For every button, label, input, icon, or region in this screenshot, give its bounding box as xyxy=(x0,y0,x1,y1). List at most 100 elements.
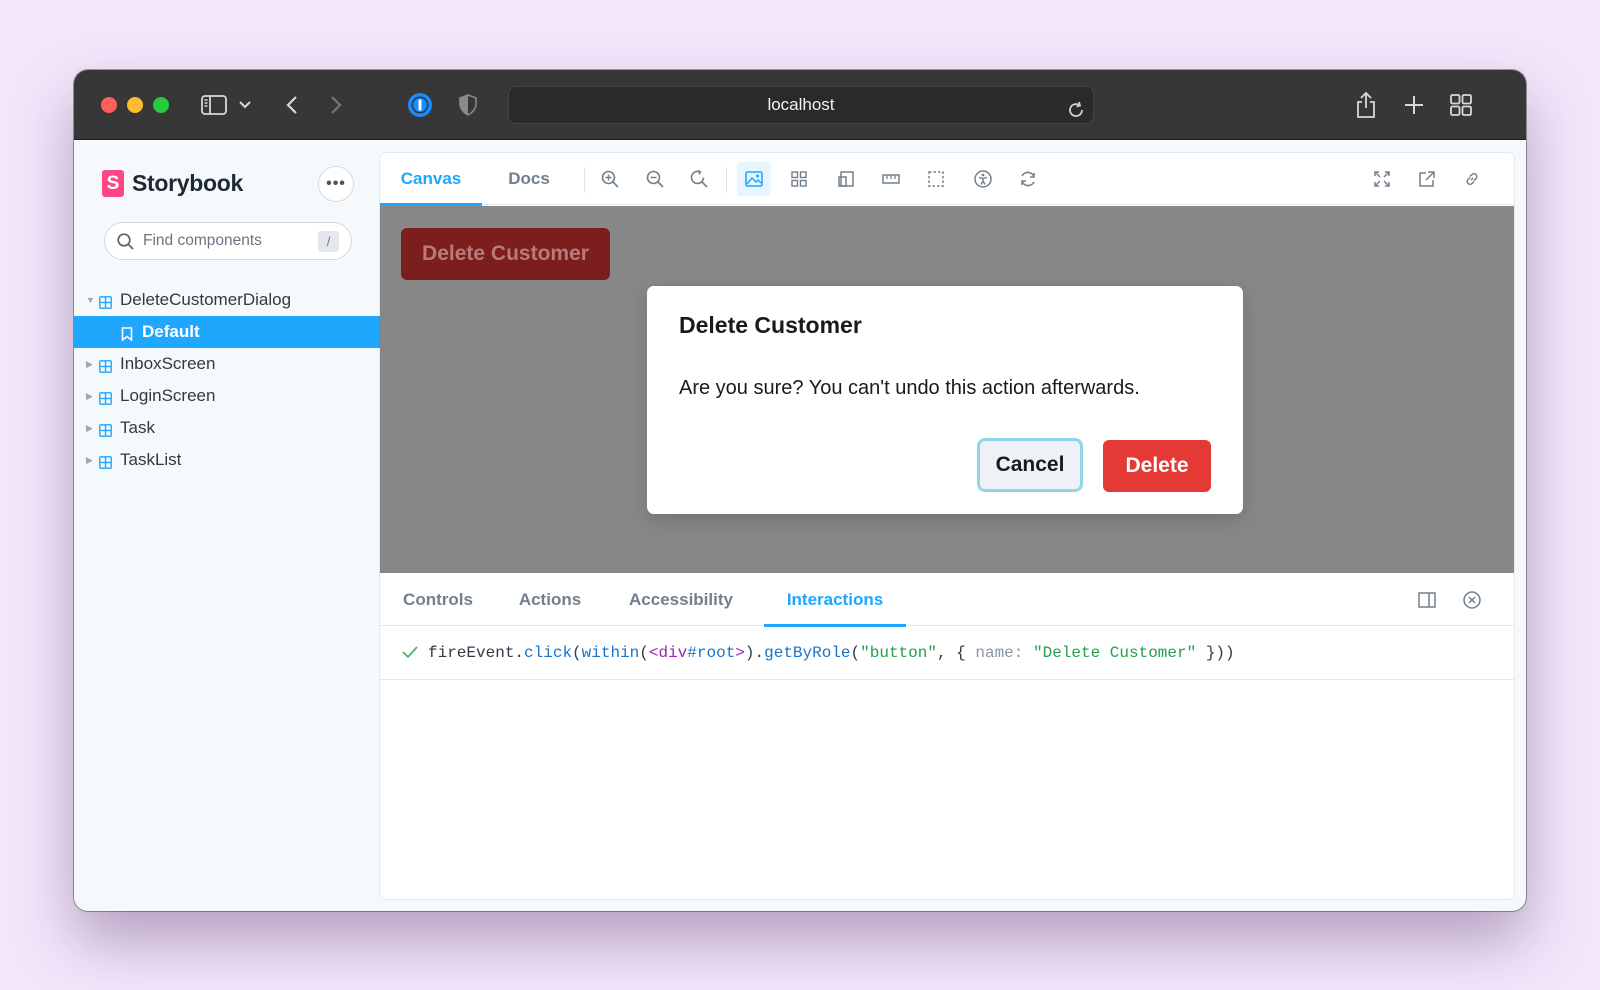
tab-actions[interactable]: Actions xyxy=(496,573,604,626)
component-tree: ▼ DeleteCustomerDialog Default ▶ InboxSc… xyxy=(74,284,380,476)
addons-panel: Controls Actions Accessibility Interacti… xyxy=(380,573,1514,899)
share-icon[interactable] xyxy=(1354,92,1378,118)
tab-overview-icon[interactable] xyxy=(1448,92,1474,118)
code-token: ( xyxy=(639,644,649,662)
minimize-window-button[interactable] xyxy=(127,97,143,113)
code-token: "Delete Customer" xyxy=(1032,644,1197,662)
reload-icon[interactable] xyxy=(1067,96,1085,132)
zoom-reset-icon[interactable] xyxy=(682,162,716,196)
tab-interactions[interactable]: Interactions xyxy=(764,573,906,627)
code-token: getByRole xyxy=(764,644,851,662)
back-icon[interactable] xyxy=(282,92,302,118)
code-token: fireEvent xyxy=(428,644,515,662)
collapsed-arrow-icon: ▶ xyxy=(86,390,93,401)
dialog-title: Delete Customer xyxy=(679,312,862,338)
code-token: "button" xyxy=(860,644,937,662)
code-token: })) xyxy=(1196,644,1235,662)
close-panel-icon[interactable] xyxy=(1455,583,1489,617)
copy-link-icon[interactable] xyxy=(1455,162,1489,196)
more-options-button[interactable]: ••• xyxy=(318,166,354,202)
story-canvas: Delete Customer Delete Customer Are you … xyxy=(380,206,1514,573)
search-icon xyxy=(117,232,134,250)
preview-toolbar: Canvas Docs xyxy=(380,153,1514,206)
chevron-down-icon[interactable] xyxy=(238,92,252,118)
preview-area: Canvas Docs Delete Customer Delete Custo… xyxy=(380,153,1514,899)
accessibility-icon[interactable] xyxy=(966,162,1000,196)
close-window-button[interactable] xyxy=(101,97,117,113)
tree-item-deletecustomerdialog[interactable]: ▼ DeleteCustomerDialog xyxy=(74,284,380,316)
tab-docs[interactable]: Docs xyxy=(482,153,576,205)
viewport-icon[interactable] xyxy=(829,162,863,196)
sidebar-toggle-icon[interactable] xyxy=(200,92,228,118)
code-token: <div xyxy=(648,644,688,662)
zoom-out-icon[interactable] xyxy=(638,162,672,196)
shield-icon[interactable] xyxy=(457,92,479,118)
code-token: #root xyxy=(687,644,736,662)
zoom-in-icon[interactable] xyxy=(593,162,627,196)
outline-icon[interactable] xyxy=(919,162,953,196)
collapsed-arrow-icon: ▶ xyxy=(86,358,93,369)
browser-toolbar: localhost xyxy=(74,70,1526,140)
forward-icon[interactable] xyxy=(326,92,346,118)
code-token: click xyxy=(524,644,573,662)
tree-item-label: Task xyxy=(120,418,155,437)
cancel-button[interactable]: Cancel xyxy=(977,438,1083,492)
search-shortcut-key: / xyxy=(318,231,339,252)
tab-canvas[interactable]: Canvas xyxy=(380,153,482,206)
check-icon xyxy=(402,645,418,664)
tree-item-task[interactable]: ▶ Task xyxy=(74,412,380,444)
new-tab-icon[interactable] xyxy=(1402,92,1426,118)
interaction-code: fireEvent.click(within(<div#root>).getBy… xyxy=(428,644,1235,662)
code-token: ). xyxy=(744,644,765,662)
component-icon xyxy=(99,294,112,314)
toolbar-divider xyxy=(584,167,585,193)
addons-tabs: Controls Actions Accessibility Interacti… xyxy=(380,573,1514,627)
address-url: localhost xyxy=(767,95,835,114)
measure-icon[interactable] xyxy=(874,162,908,196)
sidebar: S Storybook ••• / ▼ DeleteCustomerDialog xyxy=(74,140,380,911)
toolbar-divider xyxy=(726,167,727,193)
component-icon xyxy=(99,422,112,442)
code-token: , { xyxy=(936,644,976,662)
code-token: ( xyxy=(572,644,582,662)
zoom-window-button[interactable] xyxy=(153,97,169,113)
tree-item-inboxscreen[interactable]: ▶ InboxScreen xyxy=(74,348,380,380)
component-icon xyxy=(99,390,112,410)
tab-accessibility[interactable]: Accessibility xyxy=(604,573,758,626)
bookmark-icon xyxy=(121,326,133,346)
tree-item-label: Default xyxy=(142,322,200,341)
tree-item-label: DeleteCustomerDialog xyxy=(120,290,292,309)
component-icon xyxy=(99,358,112,378)
search-box[interactable]: / xyxy=(104,222,352,260)
tab-controls[interactable]: Controls xyxy=(380,573,496,626)
delete-button[interactable]: Delete xyxy=(1103,440,1211,492)
search-input[interactable] xyxy=(143,232,311,250)
open-new-tab-icon[interactable] xyxy=(1410,162,1444,196)
tree-item-label: InboxScreen xyxy=(120,354,216,373)
code-token: ( xyxy=(850,644,861,662)
tree-item-label: LoginScreen xyxy=(120,386,216,405)
grid-icon[interactable] xyxy=(782,162,816,196)
brand[interactable]: S Storybook xyxy=(102,170,243,197)
browser-window: localhost S Storybook ••• / xyxy=(74,70,1526,911)
storybook-logo: S xyxy=(102,170,124,197)
component-icon xyxy=(99,454,112,474)
fullscreen-icon[interactable] xyxy=(1365,162,1399,196)
address-bar[interactable]: localhost xyxy=(508,86,1094,124)
remount-icon[interactable] xyxy=(1011,162,1045,196)
tree-item-loginscreen[interactable]: ▶ LoginScreen xyxy=(74,380,380,412)
expanded-arrow-icon: ▼ xyxy=(86,295,95,305)
code-token: . xyxy=(514,644,525,662)
code-token: within xyxy=(581,644,640,662)
panel-orientation-icon[interactable] xyxy=(1410,583,1444,617)
background-icon[interactable] xyxy=(737,162,771,196)
tree-item-default-story[interactable]: Default xyxy=(74,316,380,348)
tree-item-label: TaskList xyxy=(120,450,182,469)
tree-item-tasklist[interactable]: ▶ TaskList xyxy=(74,444,380,476)
password-manager-icon[interactable] xyxy=(406,92,434,118)
code-token: > xyxy=(735,644,745,662)
delete-customer-trigger-button[interactable]: Delete Customer xyxy=(401,228,610,280)
interaction-step[interactable]: fireEvent.click(within(<div#root>).getBy… xyxy=(380,626,1514,680)
delete-customer-dialog: Delete Customer Are you sure? You can't … xyxy=(647,286,1243,514)
